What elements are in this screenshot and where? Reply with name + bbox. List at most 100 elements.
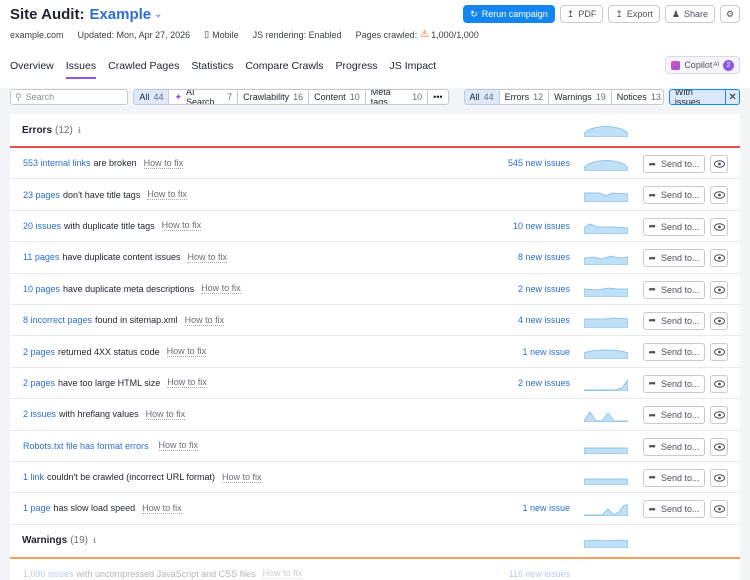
send-to-button[interactable]: ➦ Send to... — [643, 217, 705, 236]
how-to-fix-link[interactable]: How to fix — [262, 568, 303, 580]
severity-warnings[interactable]: Warnings 19 — [549, 90, 612, 104]
category-meta-tags[interactable]: Meta tags 10 — [366, 90, 429, 104]
new-issues-link[interactable]: 4 new issues — [518, 315, 570, 325]
send-to-button[interactable]: ➦ Send to... — [643, 468, 705, 487]
send-to-button[interactable]: ➦ Send to... — [643, 311, 705, 330]
copilot-button[interactable]: Copilot AI 2 — [665, 56, 740, 74]
table-row[interactable]: 10 pages have duplicate meta descriptions… — [10, 274, 740, 305]
category-content[interactable]: Content 10 — [309, 90, 366, 104]
issue-link[interactable]: 20 issues — [23, 221, 61, 231]
issue-link[interactable]: 2 issues — [23, 409, 56, 419]
eye-icon[interactable] — [710, 374, 728, 393]
issue-link[interactable]: 1 link — [23, 472, 44, 482]
send-to-button[interactable]: ➦ Send to... — [643, 249, 705, 268]
issue-link[interactable]: Robots.txt file has format errors — [23, 441, 149, 451]
send-to-button[interactable]: ➦ Send to... — [643, 437, 705, 456]
send-to-button[interactable]: ➦ Send to... — [643, 186, 705, 205]
rerun-campaign-button[interactable]: ↻ Rerun campaign — [463, 5, 555, 23]
new-issues-link[interactable]: 8 new issues — [518, 252, 570, 262]
more-categories-button[interactable]: ••• — [428, 90, 447, 104]
category-all[interactable]: All 44 — [134, 90, 170, 104]
settings-button[interactable]: ⚙ — [720, 5, 740, 23]
eye-icon[interactable] — [710, 437, 728, 456]
table-row[interactable]: 2 pages returned 4XX status code How to fi… — [10, 336, 740, 368]
eye-icon[interactable] — [710, 217, 728, 236]
send-to-button[interactable]: ➦ Send to... — [643, 500, 705, 519]
how-to-fix-link[interactable]: How to fix — [161, 220, 202, 232]
share-button[interactable]: ♟ Share — [664, 5, 715, 23]
issue-link[interactable]: 8 incorrect pages — [23, 315, 92, 325]
how-to-fix-link[interactable]: How to fix — [142, 503, 182, 514]
tab-issues[interactable]: Issues — [65, 60, 97, 79]
send-to-button[interactable]: ➦ Send to... — [643, 280, 705, 299]
tab-js-impact[interactable]: JS Impact — [390, 60, 437, 79]
category-ai-search[interactable]: ✦ AI Search 7 — [169, 90, 239, 104]
with-issues-filter[interactable]: With issues ✕ — [668, 89, 740, 105]
eye-icon[interactable] — [710, 311, 728, 330]
eye-icon[interactable] — [710, 343, 728, 362]
table-row[interactable]: 20 issues with duplicate title tags How to… — [10, 211, 740, 243]
eye-icon[interactable] — [710, 406, 728, 425]
new-issues-link[interactable]: 2 new issues — [518, 284, 570, 294]
how-to-fix-link[interactable]: How to fix — [167, 377, 207, 389]
issue-link[interactable]: 553 internal links — [23, 158, 91, 168]
eye-icon[interactable] — [710, 500, 728, 519]
eye-icon[interactable] — [710, 280, 728, 299]
eye-icon[interactable] — [710, 155, 728, 173]
new-issues-link[interactable]: 1 new issue — [522, 347, 570, 357]
send-to-button[interactable]: ➦ Send to... — [643, 406, 705, 425]
tab-statistics[interactable]: Statistics — [191, 60, 233, 79]
tab-overview[interactable]: Overview — [10, 60, 54, 79]
export-button[interactable]: ↥ Export — [608, 5, 660, 23]
close-icon[interactable]: ✕ — [725, 90, 739, 104]
severity-errors[interactable]: Errors 12 — [500, 90, 550, 104]
chevron-down-icon[interactable]: ⌄ — [154, 9, 162, 20]
table-row[interactable]: 23 pages don't have title tags How to fix ➦… — [10, 179, 740, 211]
eye-icon[interactable] — [710, 186, 728, 205]
table-row[interactable]: 2 issues with hreflang values How to fix ➦ S… — [10, 399, 740, 431]
eye-icon[interactable] — [710, 468, 728, 487]
how-to-fix-link[interactable]: How to fix — [184, 315, 225, 326]
severity-notices[interactable]: Notices 13 — [612, 90, 663, 104]
send-to-button[interactable]: ➦ Send to... — [643, 155, 705, 173]
table-row[interactable]: 1 link couldn't be crawled (incorrect URL… — [10, 462, 740, 494]
issue-link[interactable]: 2 pages — [23, 378, 55, 388]
search-input[interactable]: ⚲ Search — [10, 89, 129, 105]
category-crawlability[interactable]: Crawlability 16 — [238, 90, 310, 104]
issue-link[interactable]: 11 pages — [23, 252, 59, 262]
tab-crawled-pages[interactable]: Crawled Pages — [108, 60, 179, 79]
table-row[interactable]: 8 incorrect pages found in sitemap.xml How… — [10, 305, 740, 337]
new-issues-link[interactable]: 545 new issues — [508, 158, 570, 168]
tab-compare-crawls[interactable]: Compare Crawls — [245, 60, 323, 79]
send-to-button[interactable]: ➦ Send to... — [643, 343, 705, 362]
issue-link[interactable]: 10 pages — [23, 284, 60, 294]
how-to-fix-link[interactable]: How to fix — [201, 283, 241, 295]
severity-all[interactable]: All 44 — [464, 90, 500, 104]
how-to-fix-link[interactable]: How to fix — [166, 346, 207, 358]
table-row[interactable]: 1,090 issues with uncompressed JavaScrip… — [10, 559, 740, 580]
tab-progress[interactable]: Progress — [336, 60, 378, 79]
new-issues-link[interactable]: 116 new issues — [509, 569, 570, 579]
how-to-fix-link[interactable]: How to fix — [221, 472, 262, 483]
issue-link[interactable]: 23 pages — [23, 190, 60, 200]
send-to-button[interactable]: ➦ Send to... — [643, 374, 705, 393]
how-to-fix-link[interactable]: How to fix — [147, 189, 187, 201]
pdf-button[interactable]: ↥ PDF — [559, 5, 604, 23]
issue-link[interactable]: 1 page — [23, 503, 51, 513]
project-selector[interactable]: Example — [89, 6, 151, 23]
issue-link[interactable]: 2 pages — [23, 347, 55, 357]
table-row[interactable]: 1 page has slow load speed How to fix 1 new… — [10, 493, 740, 525]
how-to-fix-link[interactable]: How to fix — [143, 158, 184, 169]
new-issues-link[interactable]: 1 new issue — [522, 503, 570, 513]
table-row[interactable]: 553 internal links are broken How to fix 54… — [10, 148, 740, 180]
how-to-fix-link[interactable]: How to fix — [187, 252, 227, 263]
table-row[interactable]: 2 pages have too large HTML size How to fi… — [10, 368, 740, 400]
issue-link[interactable]: 1,090 issues — [23, 569, 74, 579]
how-to-fix-link[interactable]: How to fix — [145, 409, 186, 420]
table-row[interactable]: 11 pages have duplicate content issues How… — [10, 242, 740, 274]
table-row[interactable]: Robots.txt file has format errors How to … — [10, 431, 740, 462]
eye-icon[interactable] — [710, 249, 728, 268]
how-to-fix-link[interactable]: How to fix — [158, 440, 199, 452]
new-issues-link[interactable]: 10 new issues — [513, 221, 570, 231]
new-issues-link[interactable]: 2 new issues — [518, 378, 570, 388]
